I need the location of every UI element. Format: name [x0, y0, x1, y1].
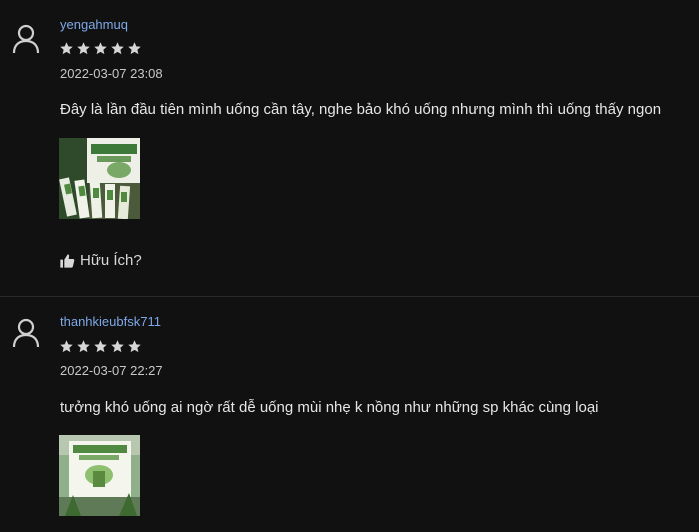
helpful-button[interactable]: Hữu Ích?	[59, 252, 142, 269]
star-icon	[60, 42, 73, 55]
user-avatar-icon	[12, 318, 40, 348]
review-timestamp: 2022-03-07 22:27	[60, 363, 163, 378]
star-icon	[94, 340, 107, 353]
product-photo-image	[59, 435, 140, 516]
review-item: yengahmuq 2022-03-07 23:08 Đây là lần đầ…	[0, 0, 699, 297]
star-icon	[60, 340, 73, 353]
star-icon	[111, 340, 124, 353]
user-avatar-icon	[12, 24, 40, 54]
review-comment: tưởng khó uống ai ngờ rất dễ uống mùi nh…	[60, 399, 599, 416]
star-icon	[128, 42, 141, 55]
reviewer-username[interactable]: yengahmuq	[60, 17, 128, 32]
star-icon	[94, 42, 107, 55]
thumbs-up-icon	[60, 253, 75, 268]
review-photo-thumbnail[interactable]	[59, 138, 140, 219]
reviewer-username[interactable]: thanhkieubfsk711	[60, 314, 161, 329]
review-comment: Đây là lần đầu tiên mình uống cần tây, n…	[60, 101, 662, 118]
star-icon	[77, 340, 90, 353]
review-photo-thumbnail[interactable]	[59, 435, 140, 516]
star-rating	[59, 41, 142, 56]
star-rating	[59, 339, 142, 354]
star-icon	[128, 340, 141, 353]
review-item: thanhkieubfsk711 2022-03-07 22:27 tưởng …	[0, 297, 699, 532]
star-icon	[77, 42, 90, 55]
product-photo-image	[59, 138, 140, 219]
review-timestamp: 2022-03-07 23:08	[60, 66, 163, 81]
helpful-label: Hữu Ích?	[80, 252, 142, 269]
star-icon	[111, 42, 124, 55]
